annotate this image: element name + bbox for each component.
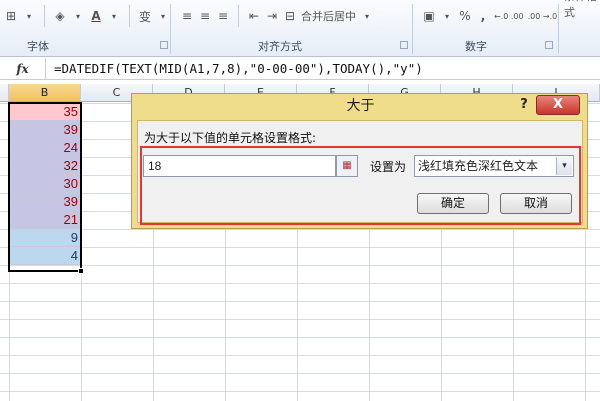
dialog-prompt: 为大于以下值的单元格设置格式: [144,131,317,145]
comma-style-button[interactable]: , [474,6,492,26]
help-icon[interactable]: ? [513,94,535,116]
group-separator [558,4,559,54]
decrease-decimal-button[interactable]: .00 →.0 [526,6,560,26]
selection-outline [8,102,82,272]
number-dialog-launcher-icon[interactable] [545,41,553,49]
fill-handle[interactable] [78,268,84,274]
formula-input[interactable]: =DATEDIF(TEXT(MID(A1,7,8),"0-00-00"),TOD… [46,61,423,76]
separator [44,5,45,27]
align-center-icon[interactable]: ≡ [196,6,214,26]
number-toolbar-row: ▣ ▾ % , ←.0 .00 .00 →.0 [420,4,559,28]
number-group-label: 数字 [465,40,487,53]
close-button[interactable]: X [536,95,580,115]
percent-button[interactable]: % [456,6,474,26]
increase-decimal-button[interactable]: ←.0 .00 [492,6,526,26]
alignment-dialog-launcher-icon[interactable] [400,41,408,49]
phonetic-icon[interactable]: 变 [136,6,154,26]
conditional-format-button[interactable]: 条件格式 [562,0,600,19]
highlight-annotation [140,146,581,225]
merge-center-button[interactable]: 合并后居中 [299,6,358,26]
group-separator [170,4,171,54]
increase-indent-icon[interactable]: ⇥ [263,6,281,26]
corner-header[interactable] [0,84,9,102]
merge-center-icon[interactable]: ⊟ [281,6,299,26]
fill-color-icon[interactable]: ◈ [51,6,69,26]
alignment-toolbar-row: ≡ ≡ ≡ ⇤ ⇥ ⊟ 合并后居中 ▾ [178,4,376,28]
borders-icon[interactable]: ⊞ [2,6,20,26]
dropdown-arrow-icon[interactable]: ▾ [105,6,123,26]
dropdown-arrow-icon[interactable]: ▾ [69,6,87,26]
decrease-indent-icon[interactable]: ⇤ [245,6,263,26]
align-right-icon[interactable]: ≡ [214,6,232,26]
dropdown-arrow-icon[interactable]: ▾ [438,6,456,26]
group-separator [412,4,413,54]
dropdown-arrow-icon[interactable]: ▾ [358,6,376,26]
alignment-group-label: 对齐方式 [258,40,302,53]
font-group-label: 字体 [27,40,49,53]
separator [238,5,239,27]
dropdown-arrow-icon[interactable]: ▾ [20,6,38,26]
formula-bar: fx =DATEDIF(TEXT(MID(A1,7,8),"0-00-00"),… [0,57,600,80]
font-toolbar-row: ⊞ ▾ ◈ ▾ A ▾ 变 ▾ [2,4,172,28]
font-dialog-launcher-icon[interactable] [160,41,168,49]
accounting-format-icon[interactable]: ▣ [420,6,438,26]
separator [129,5,130,27]
column-header-b[interactable]: B [9,84,81,102]
align-left-icon[interactable]: ≡ [178,6,196,26]
insert-function-button[interactable]: fx [0,57,46,80]
ribbon: ⊞ ▾ ◈ ▾ A ▾ 变 ▾ ≡ ≡ ≡ ⇤ ⇥ ⊟ 合并后居中 ▾ ▣ ▾ … [0,0,600,57]
font-color-icon[interactable]: A [87,6,105,26]
